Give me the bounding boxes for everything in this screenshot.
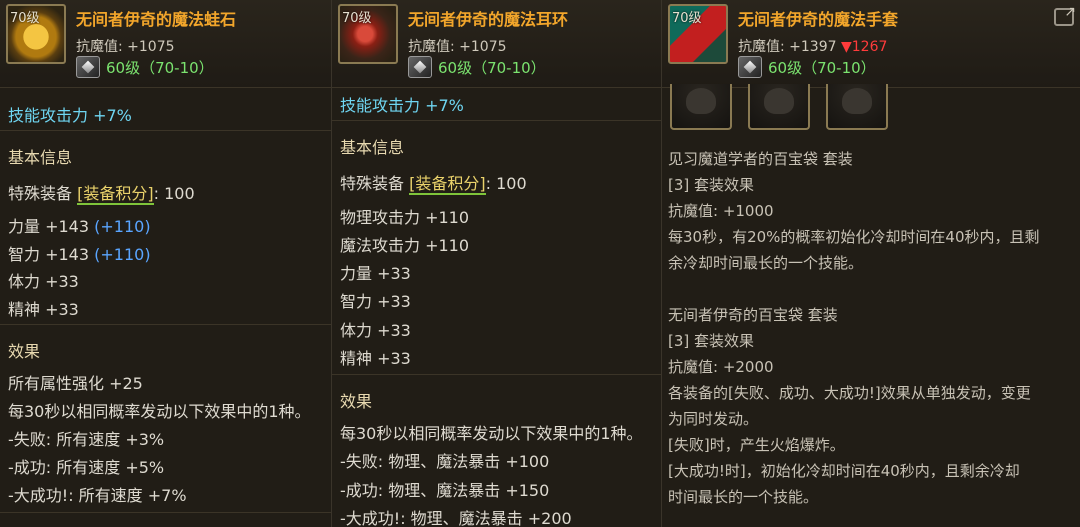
magic-resist-stat: 抗魔值: +1397 ▼1267 xyxy=(738,36,887,56)
set2-desc-2: 为同时发动。 xyxy=(668,410,759,428)
strength-line: 力量 +33 xyxy=(340,264,411,283)
diamond-grade-icon xyxy=(408,56,432,78)
strength-value: 力量 +143 xyxy=(8,217,90,236)
set2-effect-title: [3] 套装效果 xyxy=(668,332,755,350)
level-tag: 70级 xyxy=(672,11,702,26)
special-equip-label: 特殊装备 xyxy=(340,174,405,193)
set2-desc-3: [失败]时，产生火焰爆炸。 xyxy=(668,436,845,454)
section-basic-info: 基本信息 xyxy=(340,138,405,157)
item-tooltip-glove: 70级 无间者伊奇的魔法手套 抗魔值: +1397 ▼1267 60级（70-1… xyxy=(662,0,1080,527)
skill-attack: 技能攻击力 +7% xyxy=(8,106,132,125)
set1-desc-2: 余冷却时间最长的一个技能。 xyxy=(668,254,864,272)
equip-score-tag[interactable]: [装备积分] xyxy=(77,184,154,205)
effect-line-2: 每30秒以相同概率发动以下效果中的1种。 xyxy=(8,402,311,421)
earring-icon[interactable]: 70级 xyxy=(338,4,398,64)
item-title: 无间者伊奇的魔法手套 xyxy=(738,10,899,29)
item-title: 无间者伊奇的魔法蛙石 xyxy=(76,10,237,29)
spirit-line: 精神 +33 xyxy=(8,300,79,319)
diamond-grade-icon xyxy=(738,56,762,78)
diamond-grade-icon xyxy=(76,56,100,78)
effect-line-2: -失败: 物理、魔法暴击 +100 xyxy=(340,452,550,471)
set2-desc-4: [大成功!时]，初始化冷却时间在40秒内，且剩余冷却 xyxy=(668,462,1020,480)
special-equip-line: 特殊装备 [装备积分]: 100 xyxy=(340,170,527,195)
section-effect: 效果 xyxy=(340,392,373,411)
effect-line-3: -失败: 所有速度 +3% xyxy=(8,430,165,449)
section-effect: 效果 xyxy=(8,342,41,361)
set2-desc-5: 时间最长的一个技能。 xyxy=(668,488,819,506)
effect-line-3: -成功: 物理、魔法暴击 +150 xyxy=(340,481,550,500)
item-header: 70级 无间者伊奇的魔法蛙石 抗魔值: +1075 60级（70-10） xyxy=(0,0,331,88)
effect-line-4: -成功: 所有速度 +5% xyxy=(8,458,165,477)
equip-score-value: : 100 xyxy=(153,184,195,203)
effect-line-5: -大成功!: 所有速度 +7% xyxy=(8,486,187,505)
item-title: 无间者伊奇的魔法耳环 xyxy=(408,10,569,29)
set-item-slot[interactable] xyxy=(748,84,810,130)
set1-effect-title: [3] 套装效果 xyxy=(668,176,755,194)
strength-bonus: (+110) xyxy=(94,217,151,236)
magic-attack-line: 魔法攻击力 +110 xyxy=(340,236,470,255)
equip-score-value: : 100 xyxy=(485,174,527,193)
item-grade: 60级（70-10） xyxy=(768,59,876,77)
special-equip-line: 特殊装备 [装备积分]: 100 xyxy=(8,180,195,205)
set-item-slot[interactable] xyxy=(670,84,732,130)
intelligence-bonus: (+110) xyxy=(94,245,151,264)
intelligence-line: 智力 +143 (+110) xyxy=(8,241,151,265)
stat-compare-down: ▼1267 xyxy=(840,39,888,55)
item-header: 70级 无间者伊奇的魔法耳环 抗魔值: +1075 60级（70-10） xyxy=(332,0,661,88)
set1-name: 见习魔道学者的百宝袋 套装 xyxy=(668,150,853,168)
vitality-line: 体力 +33 xyxy=(340,321,411,340)
magic-resist-stat: 抗魔值: +1075 xyxy=(76,39,175,55)
level-tag: 70级 xyxy=(10,11,40,26)
special-equip-label: 特殊装备 xyxy=(8,184,73,203)
section-basic-info: 基本信息 xyxy=(8,148,73,167)
frog-stone-icon[interactable]: 70级 xyxy=(6,4,66,64)
set2-stat: 抗魔值: +2000 xyxy=(668,358,774,376)
intelligence-line: 智力 +33 xyxy=(340,292,411,311)
export-icon[interactable] xyxy=(1054,4,1076,26)
level-tag: 70级 xyxy=(342,11,372,26)
set2-name: 无间者伊奇的百宝袋 套装 xyxy=(668,306,838,324)
magic-resist-value: 抗魔值: +1397 xyxy=(738,39,837,55)
effect-line-1: 所有属性强化 +25 xyxy=(8,374,143,393)
intelligence-value: 智力 +143 xyxy=(8,245,90,264)
equip-score-tag[interactable]: [装备积分] xyxy=(409,174,486,195)
vitality-line: 体力 +33 xyxy=(8,272,79,291)
item-tooltip-earring: 70级 无间者伊奇的魔法耳环 抗魔值: +1075 60级（70-10） 技能攻… xyxy=(332,0,662,527)
skill-attack: 技能攻击力 +7% xyxy=(340,96,464,115)
set1-desc-1: 每30秒，有20%的概率初始化冷却时间在40秒内，且剩 xyxy=(668,228,1040,246)
spirit-line: 精神 +33 xyxy=(340,349,411,368)
item-grade: 60级（70-10） xyxy=(106,59,214,77)
glove-icon[interactable]: 70级 xyxy=(668,4,728,64)
effect-line-1: 每30秒以相同概率发动以下效果中的1种。 xyxy=(340,424,643,443)
item-tooltip-frog-stone: 70级 无间者伊奇的魔法蛙石 抗魔值: +1075 60级（70-10） 技能攻… xyxy=(0,0,332,527)
item-header: 70级 无间者伊奇的魔法手套 抗魔值: +1397 ▼1267 60级（70-1… xyxy=(662,0,1080,88)
item-grade: 60级（70-10） xyxy=(438,59,546,77)
magic-resist-stat: 抗魔值: +1075 xyxy=(408,39,507,55)
strength-line: 力量 +143 (+110) xyxy=(8,213,151,237)
set1-stat: 抗魔值: +1000 xyxy=(668,202,774,220)
effect-line-4: -大成功!: 物理、魔法暴击 +200 xyxy=(340,509,572,527)
set-item-slot[interactable] xyxy=(826,84,888,130)
physical-attack-line: 物理攻击力 +110 xyxy=(340,208,470,227)
set2-desc-1: 各装备的[失败、成功、大成功!]效果从单独发动，变更 xyxy=(668,384,1031,402)
